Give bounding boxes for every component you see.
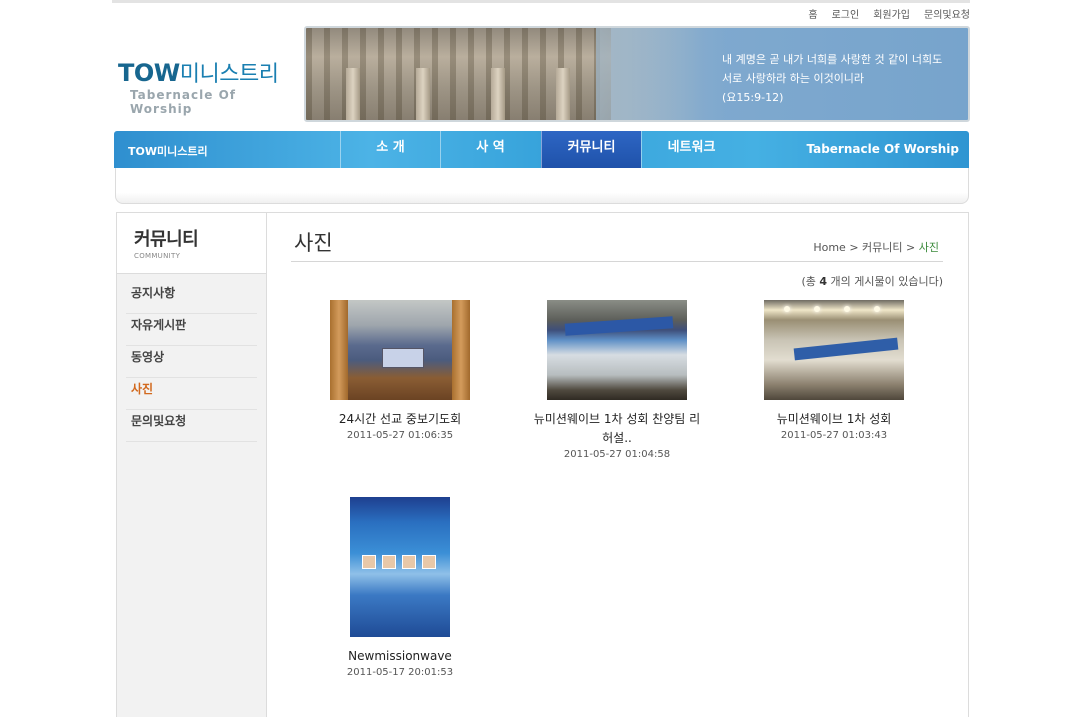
gallery-item-date: 2011-05-27 01:06:35 [346,430,454,441]
nav-item-community[interactable]: 커뮤니티 [541,131,641,168]
praise-team-icon[interactable] [547,300,687,400]
utility-links: 홈 로그인 회원가입 문의및요청 [808,6,970,21]
gallery-item-title[interactable]: Newmissionwave [300,647,500,666]
nav-brand[interactable]: TOW미니스트리 [128,143,208,159]
gallery-item: 뉴미션웨이브 1차 성회 2011-05-27 01:03:43 [734,300,934,441]
gallery-item-date: 2011-05-27 01:04:58 [563,449,671,460]
nav-item-ministry[interactable]: 사 역 [440,131,540,168]
util-link-home[interactable]: 홈 [808,6,817,21]
logo-wordmark: TOW미니스트리 [118,60,298,88]
gallery-item-date: 2011-05-27 01:03:43 [780,430,888,441]
thumb-detail [452,300,470,400]
logo-subtitle: Tabernacle Of Worship [130,88,236,116]
banner-verse: 내 계명은 곧 내가 너희를 사랑한 것 같이 너희도 서로 사랑하라 하는 이… [722,50,942,107]
sidebar-header: 커뮤니티 COMMUNITY [117,213,266,274]
thumb-detail [564,316,674,336]
thumb-detail [784,306,790,312]
gallery-item: Newmissionwave 2011-05-17 20:01:53 [300,497,500,678]
gallery-item-title[interactable]: 뉴미션웨이브 1차 성회 찬양팀 리허설.. [532,410,702,448]
util-link-inquiry[interactable]: 문의및요청 [924,6,970,21]
util-link-signup[interactable]: 회원가입 [873,6,910,21]
poster-icon[interactable] [350,497,450,637]
banner-verse-ref: (요15:9-12) [722,91,784,104]
thumb-detail [362,555,436,569]
sidebar-title: 커뮤니티 [134,229,199,250]
photo-gallery: 24시간 선교 중보기도회 2011-05-27 01:06:35 뉴미션웨이브… [267,213,969,717]
gallery-item-date: 2011-05-17 20:01:53 [346,667,454,678]
sidebar-item-video[interactable]: 동영상 [126,346,257,378]
thumb-detail [793,337,899,361]
gallery-item: 24시간 선교 중보기도회 2011-05-27 01:06:35 [300,300,500,441]
thumb-detail [814,306,820,312]
ruins-column [556,68,570,120]
logo-ko: 미니스트리 [179,62,279,87]
site-logo[interactable]: TOW미니스트리 Tabernacle Of Worship [118,60,298,116]
ruins-column [491,68,505,120]
thumb-detail [382,348,424,368]
sky-fade [596,28,726,120]
gallery-item: 뉴미션웨이브 1차 성회 찬양팀 리허설.. 2011-05-27 01:04:… [517,300,717,460]
sidebar: 커뮤니티 COMMUNITY 공지사항 자유게시판 동영상 사진 문의및요청 [116,212,267,717]
banner-verse-line1: 내 계명은 곧 내가 너희를 사랑한 것 같이 너희도 [722,53,943,66]
sidebar-item-inquiry[interactable]: 문의및요청 [126,410,257,442]
ruins-image [306,28,611,120]
ruins-column [416,68,430,120]
thumb-detail [330,300,348,400]
gallery-item-title[interactable]: 24시간 선교 중보기도회 [300,410,500,429]
nav-item-about[interactable]: 소 개 [340,131,440,168]
ruins-column [346,68,360,120]
logo-en: TOW [118,59,180,87]
banner-verse-line2: 서로 사랑하라 하는 이것이니라 [722,72,865,85]
sidebar-item-photo[interactable]: 사진 [126,378,257,410]
nav-tagline: Tabernacle Of Worship [806,142,959,156]
util-link-login[interactable]: 로그인 [832,6,860,21]
sidebar-subtitle: COMMUNITY [134,252,181,260]
sidebar-menu: 공지사항 자유게시판 동영상 사진 문의및요청 [126,282,257,442]
sidebar-item-free-board[interactable]: 자유게시판 [126,314,257,346]
conference-hall-icon[interactable] [764,300,904,400]
gallery-item-title[interactable]: 뉴미션웨이브 1차 성회 [734,410,934,429]
nav-item-network[interactable]: 네트워크 [641,131,741,168]
main-content: 사진 Home > 커뮤니티 > 사진 (총 4 개의 게시물이 있습니다) 2… [267,212,969,717]
thumb-detail [844,306,850,312]
sub-nav-bar [115,168,969,204]
thumb-detail [874,306,880,312]
top-rule [112,0,970,3]
header-banner: 내 계명은 곧 내가 너희를 사랑한 것 같이 너희도 서로 사랑하라 하는 이… [304,26,970,122]
sidebar-item-notice[interactable]: 공지사항 [126,282,257,314]
hall-stage-icon[interactable] [330,300,470,400]
main-nav: TOW미니스트리 소 개 사 역 커뮤니티 네트워크 Tabernacle Of… [114,131,969,168]
